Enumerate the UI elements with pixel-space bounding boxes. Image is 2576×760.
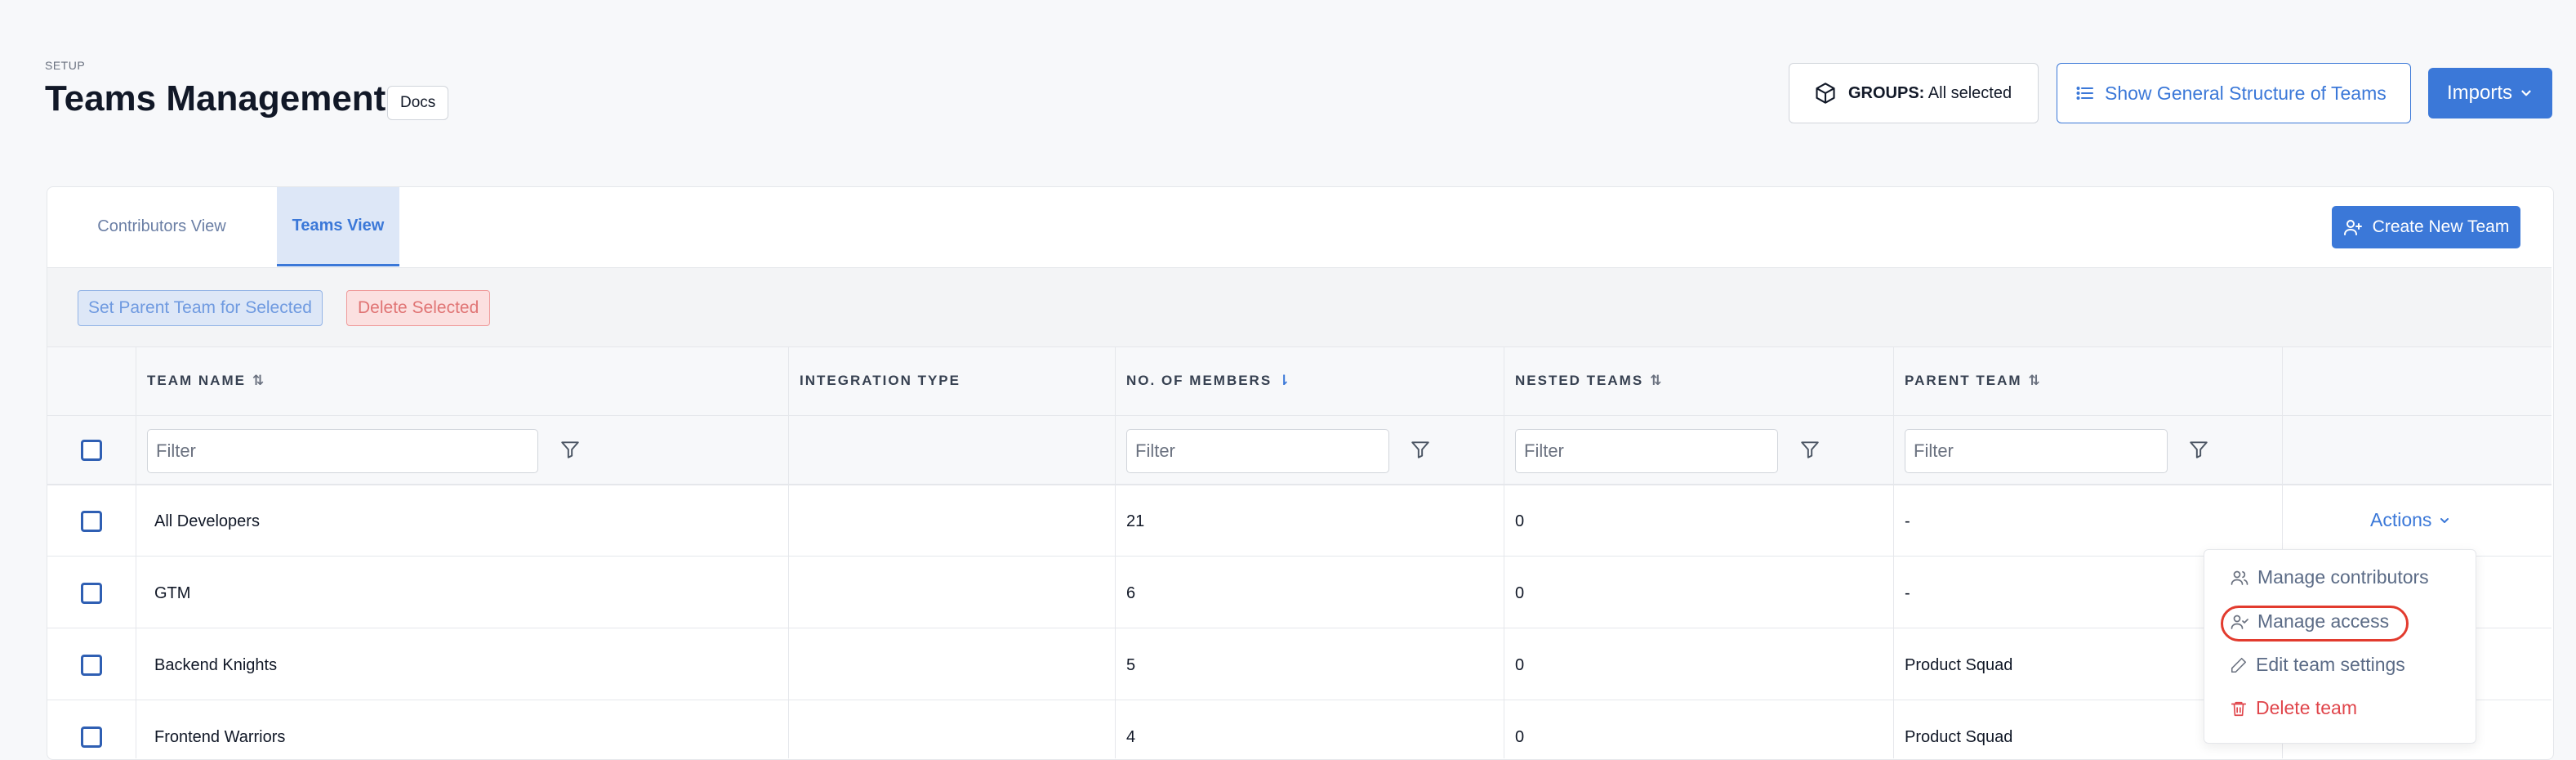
team-name-cell: Frontend Warriors xyxy=(154,728,286,746)
column-header-members[interactable]: NO. OF MEMBERS ⇂ xyxy=(1126,373,1290,389)
column-header-team-name[interactable]: TEAM NAME ⇅ xyxy=(147,373,264,389)
column-header-nested-teams[interactable]: NESTED TEAMS ⇅ xyxy=(1515,373,1661,389)
row-divider xyxy=(47,484,2551,485)
chevron-down-icon xyxy=(2440,517,2449,523)
menu-item-delete-team[interactable]: Delete team xyxy=(2230,697,2357,719)
menu-item-manage-access[interactable]: Manage access xyxy=(2230,610,2389,633)
select-all-checkbox[interactable] xyxy=(81,440,102,461)
column-header-parent-team[interactable]: PARENT TEAM ⇅ xyxy=(1905,373,2040,389)
members-filter-input[interactable] xyxy=(1126,429,1389,473)
menu-item-label: Delete team xyxy=(2256,697,2358,718)
column-label: TEAM NAME xyxy=(147,373,246,388)
list-icon xyxy=(2076,87,2093,100)
sort-descending-icon[interactable]: ⇂ xyxy=(1278,373,1290,389)
team-name-filter-input[interactable] xyxy=(147,429,538,473)
members-cell: 21 xyxy=(1126,512,1145,530)
show-structure-label: Show General Structure of Teams xyxy=(2105,82,2387,104)
users-icon xyxy=(2231,570,2248,585)
sort-icon[interactable]: ⇅ xyxy=(252,373,264,389)
actions-dropdown-button[interactable]: Actions xyxy=(2370,509,2451,531)
column-label: NO. OF MEMBERS xyxy=(1126,373,1272,388)
column-divider xyxy=(1115,346,1116,758)
menu-item-edit-team-settings[interactable]: Edit team settings xyxy=(2230,654,2405,676)
create-new-team-button[interactable]: Create New Team xyxy=(2332,206,2520,248)
sort-icon[interactable]: ⇅ xyxy=(2029,373,2040,389)
row-checkbox[interactable] xyxy=(81,726,102,748)
pencil-icon xyxy=(2231,657,2247,673)
column-header-integration-type: INTEGRATION TYPE xyxy=(800,373,960,389)
groups-value: All selected xyxy=(1928,83,2012,102)
cube-icon xyxy=(1816,83,1835,104)
trash-icon xyxy=(2231,701,2247,716)
groups-label: GROUPS: xyxy=(1848,83,1925,102)
section-label: SETUP xyxy=(45,59,86,72)
menu-item-label: Edit team settings xyxy=(2256,654,2405,675)
members-cell: 6 xyxy=(1126,584,1136,602)
imports-label: Imports xyxy=(2446,82,2512,104)
filter-icon[interactable] xyxy=(1410,439,1431,460)
nested-teams-cell: 0 xyxy=(1515,728,1525,746)
tab-teams-view[interactable]: Teams View xyxy=(277,187,399,266)
menu-item-label: Manage access xyxy=(2257,610,2390,632)
nested-teams-cell: 0 xyxy=(1515,512,1525,530)
parent-team-filter-input[interactable] xyxy=(1905,429,2168,473)
filter-icon[interactable] xyxy=(2188,439,2209,460)
create-new-team-label: Create New Team xyxy=(2372,217,2510,236)
chevron-down-icon xyxy=(2521,90,2531,96)
team-name-cell: All Developers xyxy=(154,512,260,530)
nested-teams-cell: 0 xyxy=(1515,584,1525,602)
user-check-icon xyxy=(2231,615,2248,629)
column-label: PARENT TEAM xyxy=(1905,373,2022,388)
groups-selector-button[interactable]: GROUPS: All selected xyxy=(1789,63,2039,123)
parent-team-cell: Product Squad xyxy=(1905,656,2013,674)
row-checkbox[interactable] xyxy=(81,511,102,532)
set-parent-team-button[interactable]: Set Parent Team for Selected xyxy=(78,290,323,326)
team-name-cell: Backend Knights xyxy=(154,656,278,674)
menu-item-manage-contributors[interactable]: Manage contributors xyxy=(2230,566,2429,588)
column-label: NESTED TEAMS xyxy=(1515,373,1644,388)
show-structure-button[interactable]: Show General Structure of Teams xyxy=(2057,63,2411,123)
team-name-cell: GTM xyxy=(154,584,191,602)
header-divider xyxy=(47,415,2551,416)
nested-teams-filter-input[interactable] xyxy=(1515,429,1778,473)
row-checkbox[interactable] xyxy=(81,655,102,676)
sort-icon[interactable]: ⇅ xyxy=(1650,373,1661,389)
filter-icon[interactable] xyxy=(1799,439,1821,460)
row-divider xyxy=(47,556,2551,557)
imports-button[interactable]: Imports xyxy=(2428,68,2552,118)
page-title: Teams Management xyxy=(45,78,386,118)
filter-icon[interactable] xyxy=(559,439,581,460)
docs-button[interactable]: Docs xyxy=(387,86,449,120)
actions-label: Actions xyxy=(2370,509,2432,530)
parent-team-cell: - xyxy=(1905,512,1910,530)
tab-contributors-view[interactable]: Contributors View xyxy=(47,187,276,266)
column-label: INTEGRATION TYPE xyxy=(800,373,960,388)
delete-selected-button[interactable]: Delete Selected xyxy=(346,290,491,326)
nested-teams-cell: 0 xyxy=(1515,656,1525,674)
parent-team-cell: - xyxy=(1905,584,1910,602)
members-cell: 4 xyxy=(1126,728,1136,746)
row-checkbox[interactable] xyxy=(81,583,102,604)
user-plus-icon xyxy=(2343,220,2362,235)
parent-team-cell: Product Squad xyxy=(1905,728,2013,746)
column-divider xyxy=(788,346,789,758)
menu-item-label: Manage contributors xyxy=(2257,566,2429,588)
members-cell: 5 xyxy=(1126,656,1136,674)
column-divider xyxy=(1893,346,1894,758)
